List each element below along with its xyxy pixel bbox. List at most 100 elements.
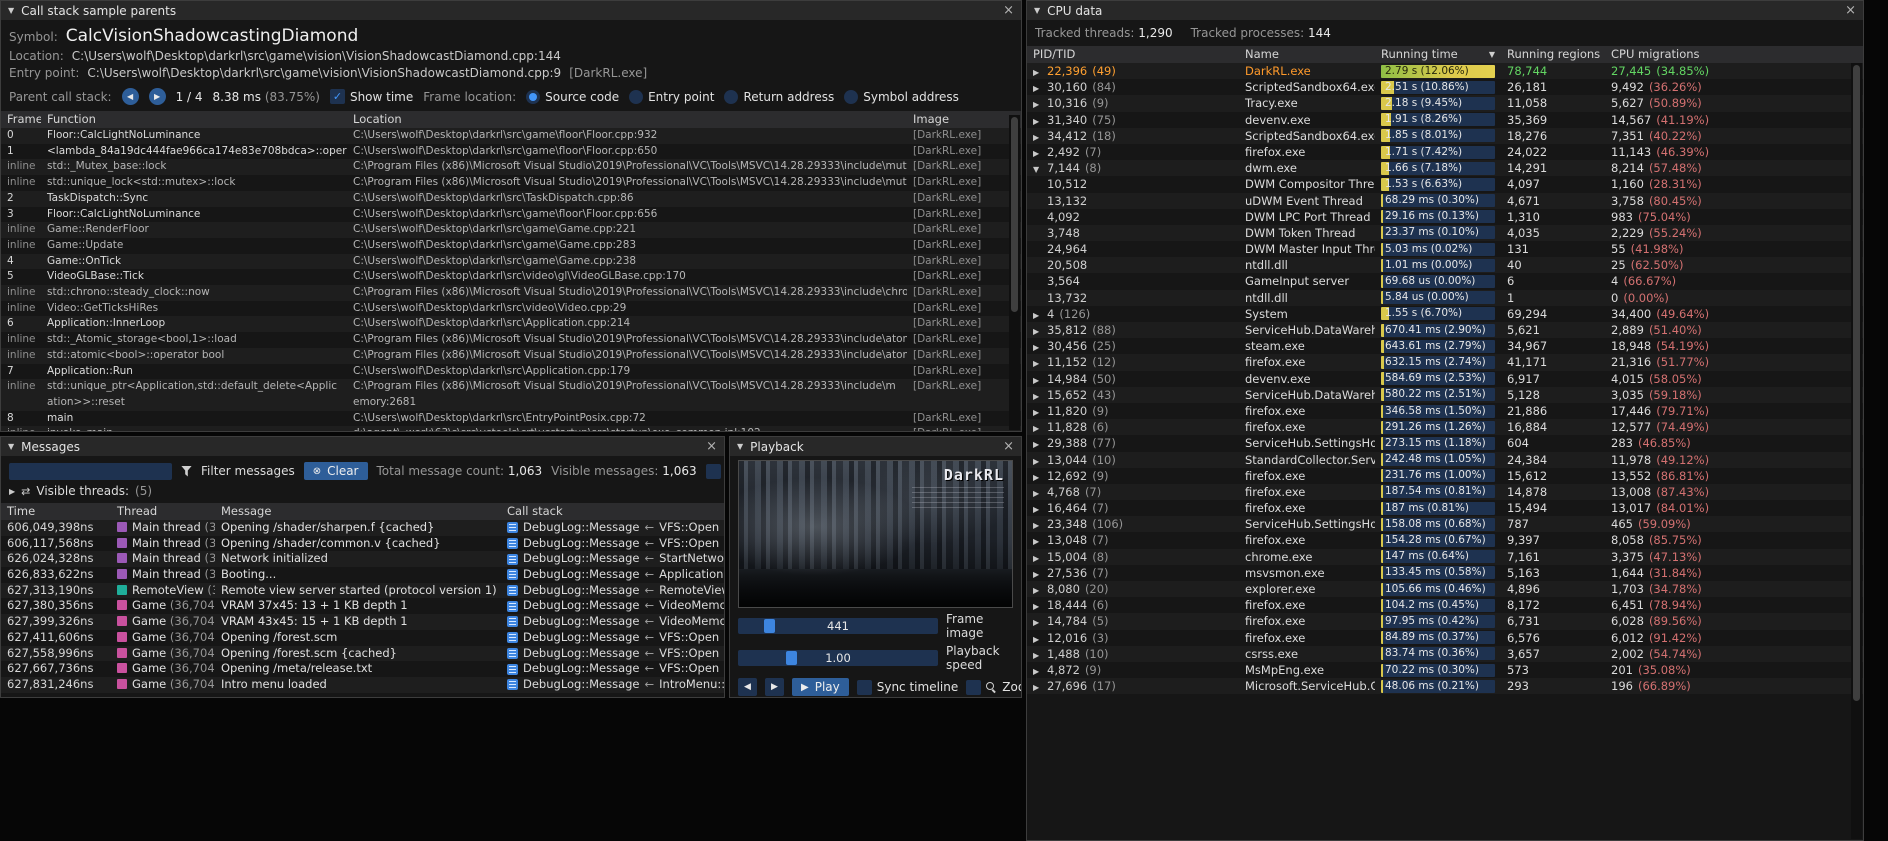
pid-cell[interactable]: ▶11,820(9)	[1027, 403, 1239, 419]
pid-cell[interactable]: ▶30,456(25)	[1027, 338, 1239, 354]
cpu-process-row[interactable]: 3,564 GameInput server 69.68 us (0.00%) …	[1027, 273, 1863, 289]
pid-cell[interactable]: 24,964	[1027, 241, 1239, 257]
pid-cell[interactable]: ▶10,316(9)	[1027, 95, 1239, 111]
callstack-row[interactable]: inline std::unique_lock<std::mutex>::loc…	[1, 175, 1021, 191]
expand-icon[interactable]: ▶	[1033, 648, 1047, 662]
pid-cell[interactable]: ▶18,444(6)	[1027, 597, 1239, 613]
cpu-process-row[interactable]: ▶35,812(88) ServiceHub.DataWarehou 670.4…	[1027, 322, 1863, 338]
callstack-cell[interactable]: DebugLog::Message ← VFS::Open	[501, 661, 724, 677]
prev-frame-button[interactable]: ◀	[738, 678, 757, 696]
cpu-process-row[interactable]: ▶14,784(5) firefox.exe 97.95 ms (0.42%) …	[1027, 613, 1863, 629]
cpu-process-row[interactable]: 20,508 ntdll.dll 1.01 ms (0.00%) 40 25(6…	[1027, 257, 1863, 273]
cpu-process-row[interactable]: ▶1,488(10) csrss.exe 83.74 ms (0.36%) 3,…	[1027, 646, 1863, 662]
cpu-process-row[interactable]: 13,732 ntdll.dll 5.84 us (0.00%) 1 0(0.0…	[1027, 290, 1863, 306]
pid-cell[interactable]: 4,092	[1027, 209, 1239, 225]
scrollbar-thumb[interactable]	[1011, 117, 1018, 312]
column-running-regions[interactable]: Running regions	[1501, 46, 1605, 63]
cpu-process-row[interactable]: ▶31,340(75) devenv.exe 1.91 s (8.26%) 35…	[1027, 112, 1863, 128]
pid-cell[interactable]: ▶31,340(75)	[1027, 112, 1239, 128]
cpu-process-row[interactable]: ▶23,348(106) ServiceHub.SettingsHost 158…	[1027, 516, 1863, 532]
cpu-process-row[interactable]: 10,512 DWM Compositor Thread 1.53 s (6.6…	[1027, 176, 1863, 192]
close-icon[interactable]: ×	[1845, 4, 1856, 17]
cpu-process-row[interactable]: ▶27,536(7) msvsmon.exe 133.45 ms (0.58%)…	[1027, 565, 1863, 581]
pid-cell[interactable]: ▶22,396(49)	[1027, 63, 1239, 79]
collapse-icon[interactable]: ▼	[1034, 6, 1040, 15]
pid-cell[interactable]: ▼7,144(8)	[1027, 160, 1239, 176]
expand-icon[interactable]: ▶	[1033, 615, 1047, 629]
callstack-cell[interactable]: DebugLog::Message ← Application:	[501, 567, 724, 583]
zoom-2x-checkbox[interactable]: Zoom 2×	[966, 680, 1022, 695]
pid-cell[interactable]: ▶11,152(12)	[1027, 354, 1239, 370]
expand-icon[interactable]: ▶	[1033, 632, 1047, 646]
cpu-process-row[interactable]: ▶10,316(9) Tracy.exe 2.18 s (9.45%) 11,0…	[1027, 95, 1863, 111]
column-pid-tid[interactable]: PID/TID	[1027, 46, 1239, 63]
callstack-row[interactable]: 5 VideoGLBase::Tick C:\Users\wolf\Deskto…	[1, 269, 1021, 285]
collapse-icon[interactable]: ▼	[737, 442, 743, 451]
expand-icon[interactable]: ▶	[1033, 97, 1047, 111]
callstack-row[interactable]: inline std::atomic<bool>::operator bool …	[1, 348, 1021, 364]
cpu-process-row[interactable]: ▶8,080(20) explorer.exe 105.66 ms (0.46%…	[1027, 581, 1863, 597]
pid-cell[interactable]: 13,732	[1027, 290, 1239, 306]
callstack-row[interactable]: inline std::_Atomic_storage<bool,1>::loa…	[1, 332, 1021, 348]
expand-icon[interactable]: ▶	[1033, 389, 1047, 403]
collapse-icon[interactable]: ▼	[8, 6, 14, 15]
cpu-process-row[interactable]: ▶2,492(7) firefox.exe 1.71 s (7.42%) 24,…	[1027, 144, 1863, 160]
callstack-cell[interactable]: DebugLog::Message ← VFS::Open	[501, 520, 724, 536]
expand-icon[interactable]: ▶	[1033, 308, 1047, 322]
column-name[interactable]: Name	[1239, 46, 1375, 63]
callstack-cell[interactable]: DebugLog::Message ← VFS::Open	[501, 536, 724, 552]
next-frame-button[interactable]: ▶	[765, 678, 784, 696]
callstack-row[interactable]: 6 Application::InnerLoop C:\Users\wolf\D…	[1, 316, 1021, 332]
expand-icon[interactable]: ▶	[1033, 502, 1047, 516]
cpu-process-row[interactable]: ▶14,984(50) devenv.exe 584.69 ms (2.53%)…	[1027, 371, 1863, 387]
expand-icon[interactable]: ▶	[1033, 518, 1047, 532]
scrollbar-thumb[interactable]	[1853, 65, 1860, 701]
cpu-process-row[interactable]: ▶27,696(17) Microsoft.ServiceHub.Co 48.0…	[1027, 678, 1863, 694]
expand-icon[interactable]: ▶	[1033, 454, 1047, 468]
cpu-process-row[interactable]: ▶11,152(12) firefox.exe 632.15 ms (2.74%…	[1027, 354, 1863, 370]
expand-icon[interactable]: ▶	[1033, 65, 1047, 79]
expand-icon[interactable]: ▶	[1033, 340, 1047, 354]
callstack-row[interactable]: inline std::_Mutex_base::lock C:\Program…	[1, 159, 1021, 175]
expand-icon[interactable]: ▶	[1033, 405, 1047, 419]
callstack-row[interactable]: inline Game::Update C:\Users\wolf\Deskto…	[1, 238, 1021, 254]
pid-cell[interactable]: ▶27,696(17)	[1027, 678, 1239, 694]
cpu-process-row[interactable]: 3,748 DWM Token Thread 23.37 ms (0.10%) …	[1027, 225, 1863, 241]
column-cpu-migrations[interactable]: CPU migrations	[1605, 46, 1863, 63]
cpu-scrollbar[interactable]	[1851, 63, 1862, 839]
expand-icon[interactable]: ▶	[1033, 421, 1047, 435]
expand-icon[interactable]: ▶	[1033, 680, 1047, 694]
radio-entry-point[interactable]: Entry point	[629, 90, 714, 104]
cpu-process-row[interactable]: ▶13,044(10) StandardCollector.Servic 242…	[1027, 452, 1863, 468]
callstack-cell[interactable]: DebugLog::Message ← VFS::Open	[501, 630, 724, 646]
cpu-process-row[interactable]: ▶15,004(8) chrome.exe 147 ms (0.64%) 7,1…	[1027, 549, 1863, 565]
next-parent-button[interactable]: ▶	[149, 88, 166, 105]
callstack-scrollbar[interactable]	[1009, 115, 1020, 430]
pid-cell[interactable]: ▶34,412(18)	[1027, 128, 1239, 144]
cpu-process-row[interactable]: ▶34,412(18) ScriptedSandbox64.exe 1.85 s…	[1027, 128, 1863, 144]
message-row[interactable]: 627,411,606ns Game (36,704) Opening /for…	[1, 630, 724, 646]
close-icon[interactable]: ×	[1003, 4, 1014, 17]
expand-icon[interactable]: ▶	[1033, 146, 1047, 160]
expand-icon[interactable]: ▼	[1033, 162, 1047, 176]
pid-cell[interactable]: ▶1,488(10)	[1027, 646, 1239, 662]
expand-icon[interactable]: ▶	[1033, 437, 1047, 451]
pid-cell[interactable]: ▶23,348(106)	[1027, 516, 1239, 532]
sync-timeline-checkbox[interactable]: Sync timeline	[857, 680, 959, 695]
callstack-row[interactable]: inline Video::GetTicksHiRes C:\Users\wol…	[1, 301, 1021, 317]
frame-image-slider[interactable]: 441	[738, 618, 938, 634]
pid-cell[interactable]: ▶8,080(20)	[1027, 581, 1239, 597]
pid-cell[interactable]: ▶27,536(7)	[1027, 565, 1239, 581]
cpu-process-row[interactable]: ▶29,388(77) ServiceHub.SettingsHost 273.…	[1027, 435, 1863, 451]
cpu-process-row[interactable]: ▶11,828(6) firefox.exe 291.26 ms (1.26%)…	[1027, 419, 1863, 435]
cpu-process-row[interactable]: ▶11,820(9) firefox.exe 346.58 ms (1.50%)…	[1027, 403, 1863, 419]
pid-cell[interactable]: 3,748	[1027, 225, 1239, 241]
callstack-row[interactable]: 0 Floor::CalcLightNoLuminance C:\Users\w…	[1, 128, 1021, 144]
message-filter-input[interactable]	[9, 463, 172, 480]
pid-cell[interactable]: 13,132	[1027, 193, 1239, 209]
pid-cell[interactable]: 3,564	[1027, 273, 1239, 289]
cpu-process-row[interactable]: ▶12,692(9) firefox.exe 231.76 ms (1.00%)…	[1027, 468, 1863, 484]
pid-cell[interactable]: ▶30,160(84)	[1027, 79, 1239, 95]
cpu-process-row[interactable]: ▶22,396(49) DarkRL.exe 2.79 s (12.06%) 7…	[1027, 63, 1863, 79]
expand-icon[interactable]: ▶	[1033, 599, 1047, 613]
